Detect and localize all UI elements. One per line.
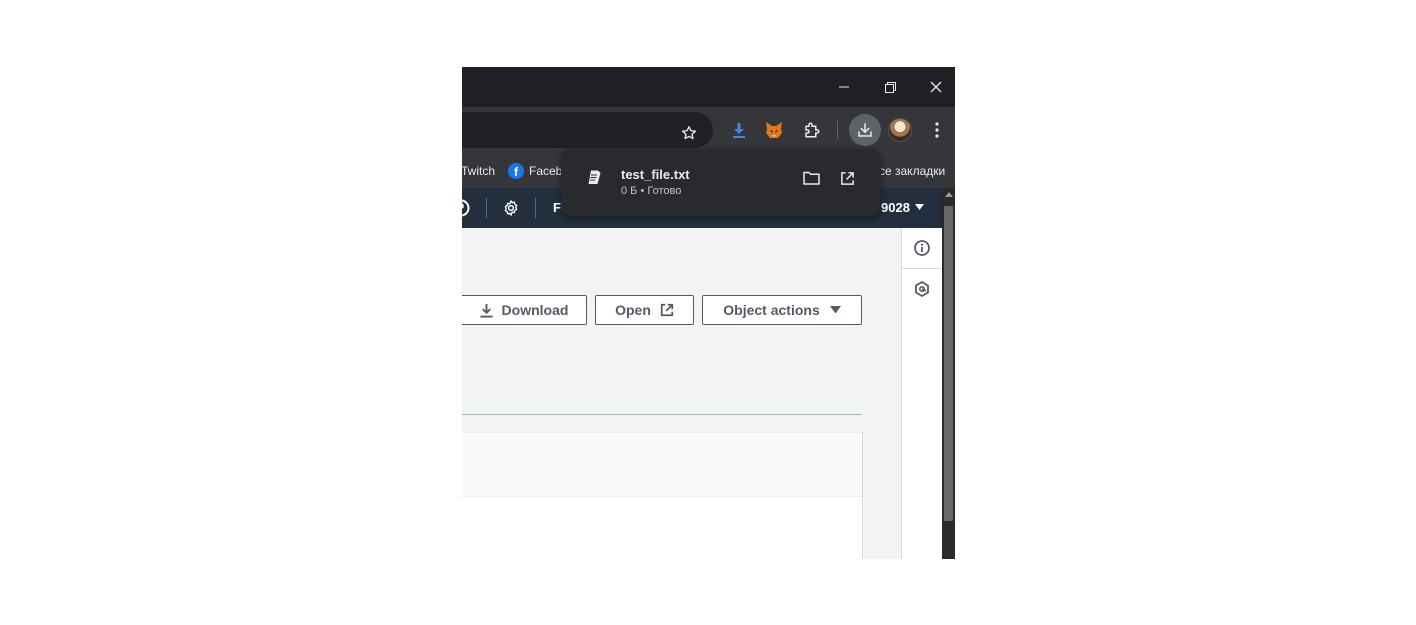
bookmark-twitch-label: Twitch: [462, 163, 496, 178]
help-button[interactable]: [462, 199, 470, 217]
account-menu[interactable]: 9028: [881, 200, 924, 215]
restore-button[interactable]: [867, 67, 913, 107]
nav-separator: [535, 198, 536, 218]
title-bar: [462, 67, 955, 107]
close-icon: [930, 81, 942, 93]
browser-toolbar: [462, 107, 955, 153]
info-icon: [914, 240, 930, 256]
folder-icon: [802, 171, 820, 185]
page-scrollbar[interactable]: [942, 188, 955, 559]
tools-panel: [901, 228, 942, 559]
account-label: 9028: [881, 200, 910, 215]
settings-gear-icon: [504, 200, 518, 216]
region-label: F: [553, 200, 561, 215]
hexagon-icon: [915, 281, 929, 297]
nav-separator: [486, 198, 487, 218]
facebook-icon: f: [508, 162, 524, 179]
open-file-button[interactable]: [835, 166, 859, 190]
scroll-up-arrow[interactable]: [945, 192, 953, 197]
object-actions-dropdown[interactable]: Object actions: [702, 295, 862, 325]
restore-icon: [884, 81, 896, 93]
kebab-menu-icon: [935, 122, 939, 138]
bookmark-star-button[interactable]: [678, 122, 700, 144]
close-window-button[interactable]: [913, 67, 955, 107]
all-bookmarks[interactable]: се закладки: [879, 153, 945, 188]
bookmark-facebook-label: Faceb: [529, 163, 563, 178]
download-button-label: Download: [501, 302, 569, 318]
browser-window: Twitch f Faceb се закладки F 9028 Downlo…: [462, 67, 955, 559]
all-bookmarks-label: се закладки: [879, 163, 946, 178]
properties-panel-header: [462, 433, 862, 497]
download-file-status: 0 Б • Готово: [621, 185, 682, 197]
extensions-button[interactable]: [798, 116, 826, 144]
profile-button[interactable]: [886, 116, 914, 144]
show-in-folder-button[interactable]: [799, 166, 823, 190]
open-button[interactable]: Open: [595, 295, 694, 325]
bookmark-facebook[interactable]: f Faceb: [508, 153, 562, 188]
bookmark-twitch[interactable]: Twitch: [462, 153, 495, 188]
minimize-button[interactable]: [821, 67, 867, 107]
puzzle-extension-icon: [805, 122, 820, 138]
region-selector[interactable]: F: [553, 200, 561, 215]
star-icon: [682, 126, 696, 140]
profile-avatar: [888, 118, 912, 142]
download-icon: [479, 303, 493, 318]
file-icon: [587, 169, 603, 190]
minimize-icon: [839, 86, 849, 88]
download-icon: [858, 123, 872, 137]
download-manager-extension-button[interactable]: [725, 116, 753, 144]
metamask-extension-button[interactable]: [760, 116, 788, 144]
caret-down-icon: [829, 306, 841, 314]
caret-down-icon: [914, 204, 924, 210]
section-divider: [462, 414, 862, 415]
object-detail-content: Download Open Object actions: [462, 228, 901, 559]
address-bar[interactable]: [462, 112, 713, 148]
metamask-fox-icon: [766, 122, 782, 138]
help-icon: [462, 199, 470, 217]
scrollbar-thumb[interactable]: [944, 206, 953, 521]
download-manager-extension-icon: [733, 123, 745, 138]
cloudshell-panel-button[interactable]: [902, 269, 942, 309]
info-panel-button[interactable]: [902, 228, 942, 268]
settings-button[interactable]: [502, 199, 520, 217]
downloads-bubble: test_file.txt 0 Б • Готово: [561, 149, 881, 216]
external-link-icon: [840, 171, 854, 185]
downloads-button[interactable]: [849, 114, 881, 146]
browser-menu-button[interactable]: [923, 116, 951, 144]
external-link-icon: [660, 303, 674, 317]
properties-panel: [462, 432, 863, 559]
download-file-name[interactable]: test_file.txt: [621, 167, 690, 182]
download-button[interactable]: Download: [462, 295, 587, 325]
toolbar-divider: [837, 121, 838, 139]
open-button-label: Open: [615, 302, 651, 318]
object-actions-label: Object actions: [723, 302, 820, 318]
